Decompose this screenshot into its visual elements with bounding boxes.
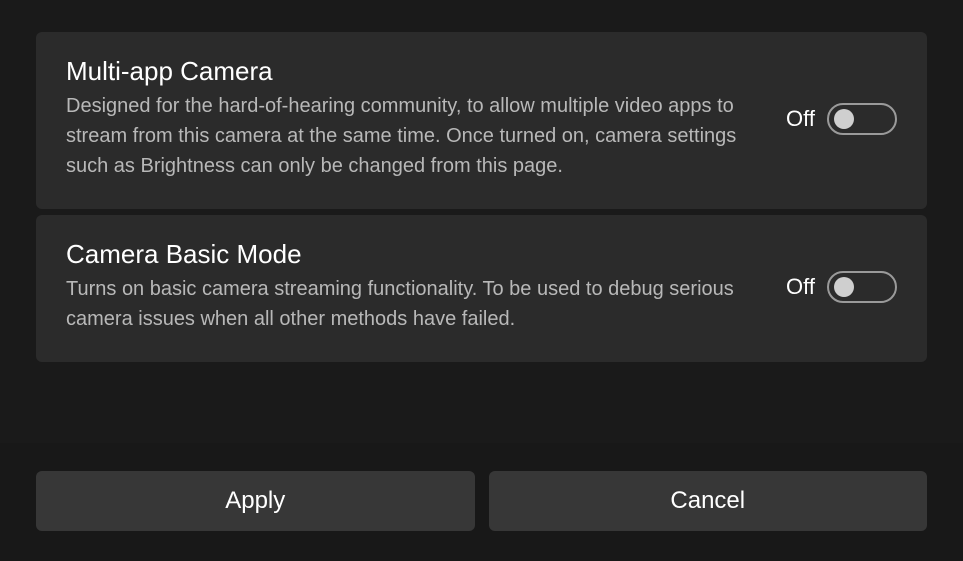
toggle-camera-basic-mode[interactable] bbox=[827, 271, 897, 303]
setting-text: Camera Basic Mode Turns on basic camera … bbox=[66, 239, 786, 334]
setting-multi-app-camera: Multi-app Camera Designed for the hard-o… bbox=[36, 32, 927, 209]
toggle-state-label: Off bbox=[786, 274, 815, 300]
setting-title: Multi-app Camera bbox=[66, 56, 756, 87]
setting-camera-basic-mode: Camera Basic Mode Turns on basic camera … bbox=[36, 215, 927, 362]
toggle-knob bbox=[834, 109, 854, 129]
toggle-group: Off bbox=[786, 103, 897, 135]
footer-bar: Apply Cancel bbox=[0, 443, 963, 561]
setting-description: Designed for the hard-of-hearing communi… bbox=[66, 91, 756, 181]
setting-text: Multi-app Camera Designed for the hard-o… bbox=[66, 56, 786, 181]
toggle-group: Off bbox=[786, 271, 897, 303]
setting-description: Turns on basic camera streaming function… bbox=[66, 274, 756, 334]
setting-title: Camera Basic Mode bbox=[66, 239, 756, 270]
toggle-multi-app-camera[interactable] bbox=[827, 103, 897, 135]
settings-container: Multi-app Camera Designed for the hard-o… bbox=[0, 0, 963, 362]
cancel-button[interactable]: Cancel bbox=[489, 471, 928, 531]
toggle-state-label: Off bbox=[786, 106, 815, 132]
apply-button[interactable]: Apply bbox=[36, 471, 475, 531]
toggle-knob bbox=[834, 277, 854, 297]
